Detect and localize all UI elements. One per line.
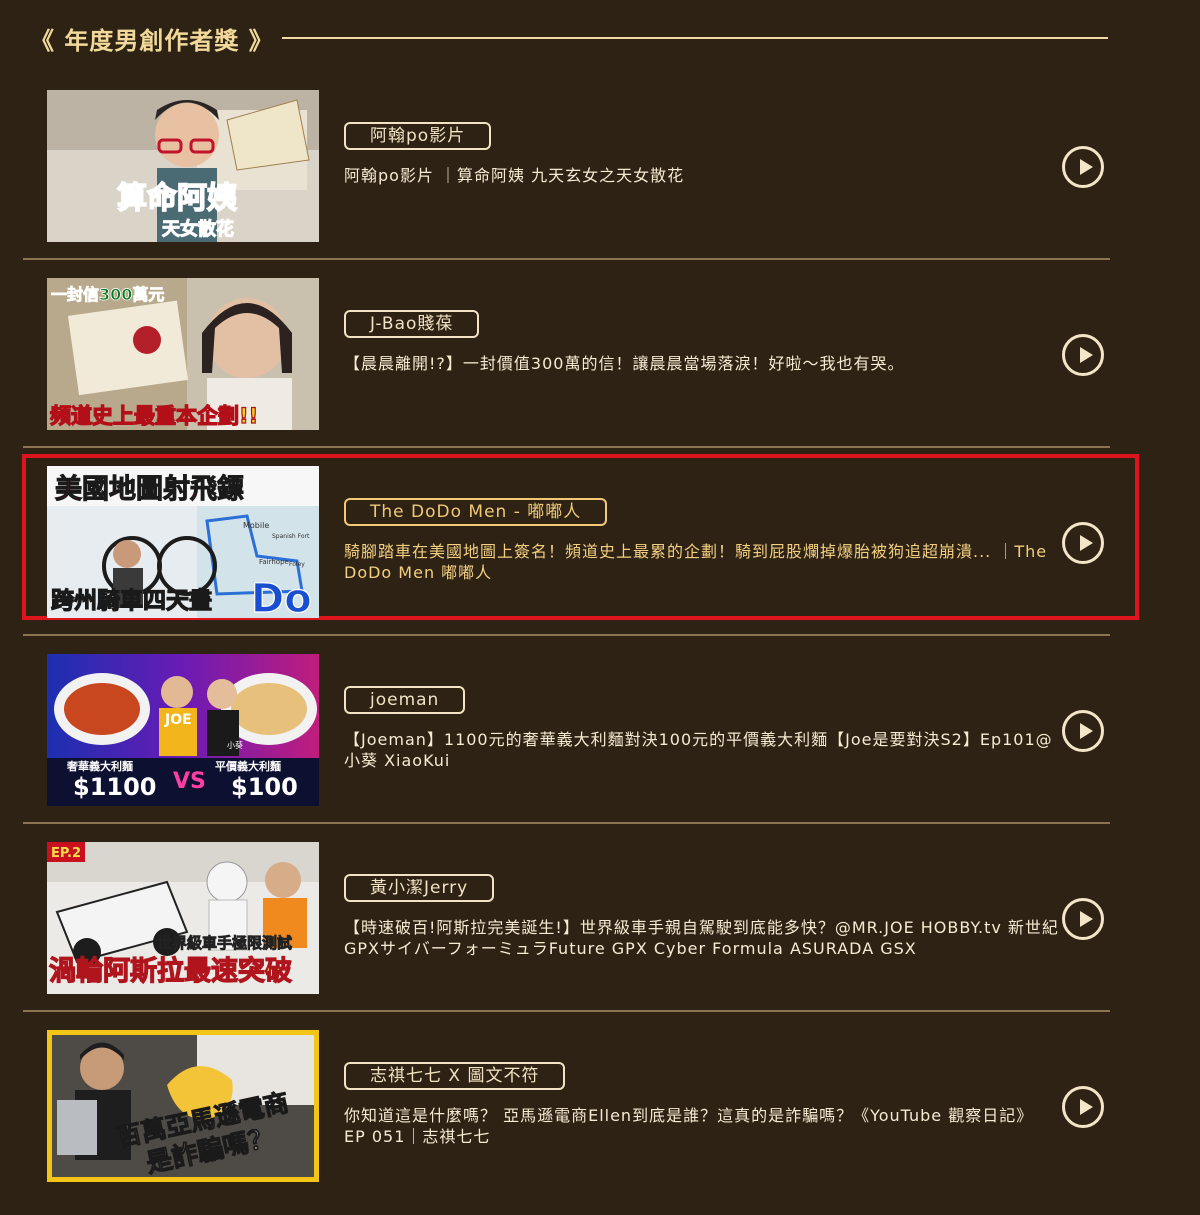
section-title: 《 年度男創作者獎 》 bbox=[30, 26, 274, 55]
play-button-icon[interactable] bbox=[1062, 522, 1104, 564]
map-label: Spanish Fort bbox=[272, 533, 310, 540]
thumb-caption: 小葵 bbox=[227, 740, 243, 750]
channel-tag[interactable]: J-Bao賤葆 bbox=[344, 310, 480, 338]
video-thumbnail[interactable]: 美國地圖射飛鏢 Mobile Spanish Fort Fairhope Fol… bbox=[47, 466, 319, 618]
thumbnail-image: EP.2 世界級車手極限測試 渦輪阿斯拉最速突破 bbox=[47, 842, 319, 994]
thumb-caption: JOE bbox=[164, 712, 192, 728]
channel-tag[interactable]: 志祺七七 X 圖文不符 bbox=[344, 1062, 566, 1090]
play-button-icon[interactable] bbox=[1062, 710, 1104, 752]
channel-tag[interactable]: The DoDo Men - 嘟嘟人 bbox=[344, 498, 608, 526]
channel-tag[interactable]: 阿翰po影片 bbox=[344, 122, 492, 150]
video-title[interactable]: 阿翰po影片 ｜算命阿姨 九天玄女之天女散花 bbox=[344, 165, 1059, 186]
thumb-caption: Do bbox=[251, 576, 312, 618]
video-thumbnail[interactable]: 一封信300萬元 頻道史上最重本企劃!! bbox=[47, 278, 319, 430]
play-button-icon[interactable] bbox=[1062, 334, 1104, 376]
video-item[interactable]: 百萬亞馬遜電商 是詐騙嗎？ 志祺七七 X 圖文不符 你知道這是什麼嗎？ 亞馬遜電… bbox=[23, 1012, 1110, 1200]
map-label: Fairhope bbox=[259, 558, 289, 566]
thumb-caption: $100 bbox=[231, 773, 298, 801]
thumb-caption: $1100 bbox=[73, 773, 157, 801]
thumbnail-image: JOE 小葵 奢華義大利麵 $1100 VS 平價義大利麵 $100 bbox=[47, 654, 319, 806]
map-label: Mobile bbox=[243, 521, 269, 530]
play-button-icon[interactable] bbox=[1062, 898, 1104, 940]
video-item-selected[interactable]: 美國地圖射飛鏢 Mobile Spanish Fort Fairhope Fol… bbox=[22, 448, 1139, 636]
video-title[interactable]: 【晨晨離開!?】一封價值300萬的信！讓晨晨當場落淚！好啦～我也有哭。 bbox=[344, 353, 1059, 374]
thumb-caption: 渦輪阿斯拉最速突破 bbox=[49, 955, 292, 987]
thumbnail-image: 百萬亞馬遜電商 是詐騙嗎？ bbox=[47, 1030, 319, 1182]
thumb-caption: 跨州騎車四天畫 bbox=[51, 588, 212, 614]
thumb-caption: 平價義大利麵 bbox=[215, 759, 281, 773]
channel-tag[interactable]: joeman bbox=[344, 686, 466, 714]
thumb-caption: VS bbox=[173, 769, 206, 794]
thumb-caption: 算命阿姨 bbox=[117, 181, 237, 216]
video-item[interactable]: 算命阿姨 天女散花 阿翰po影片 阿翰po影片 ｜算命阿姨 九天玄女之天女散花 bbox=[23, 72, 1110, 260]
thumbnail-image: 美國地圖射飛鏢 Mobile Spanish Fort Fairhope Fol… bbox=[47, 466, 319, 618]
map-label: Foley bbox=[289, 561, 305, 568]
video-title[interactable]: 【Joeman】1100元的奢華義大利麵對決100元的平價義大利麵【Joe是要對… bbox=[344, 729, 1059, 771]
thumb-caption: 奢華義大利麵 bbox=[66, 759, 133, 773]
thumb-caption: 美國地圖射飛鏢 bbox=[55, 473, 244, 505]
thumbnail-image: 算命阿姨 天女散花 bbox=[47, 90, 319, 242]
video-list: 算命阿姨 天女散花 阿翰po影片 阿翰po影片 ｜算命阿姨 九天玄女之天女散花 … bbox=[22, 72, 1139, 1200]
thumb-caption: EP.2 bbox=[51, 846, 81, 861]
section-header: 《 年度男創作者獎 》 bbox=[30, 18, 1110, 58]
video-thumbnail[interactable]: 算命阿姨 天女散花 bbox=[47, 90, 319, 242]
thumb-caption: 頻道史上最重本企劃!! bbox=[50, 404, 258, 428]
play-button-icon[interactable] bbox=[1062, 1086, 1104, 1128]
video-title[interactable]: 【時速破百!阿斯拉完美誕生!】世界級車手親自駕駛到底能多快？@MR.JOE HO… bbox=[344, 917, 1059, 959]
video-item[interactable]: JOE 小葵 奢華義大利麵 $1100 VS 平價義大利麵 $100 joema… bbox=[23, 636, 1110, 824]
channel-tag[interactable]: 黃小潔Jerry bbox=[344, 874, 495, 902]
thumb-caption: 天女散花 bbox=[162, 218, 234, 240]
thumbnail-image: 一封信300萬元 頻道史上最重本企劃!! bbox=[47, 278, 319, 430]
video-title[interactable]: 你知道這是什麼嗎？ 亞馬遜電商Ellen到底是誰？這真的是詐騙嗎？《YouTub… bbox=[344, 1105, 1059, 1147]
thumb-caption: 世界級車手極限測試 bbox=[157, 934, 292, 952]
video-thumbnail[interactable]: 百萬亞馬遜電商 是詐騙嗎？ bbox=[47, 1030, 319, 1182]
video-item[interactable]: EP.2 世界級車手極限測試 渦輪阿斯拉最速突破 黃小潔Jerry 【時速破百!… bbox=[23, 824, 1110, 1012]
play-button-icon[interactable] bbox=[1062, 146, 1104, 188]
header-divider bbox=[282, 37, 1108, 39]
video-title[interactable]: 騎腳踏車在美國地圖上簽名！頻道史上最累的企劃！騎到屁股爛掉爆胎被狗追超崩潰...… bbox=[344, 541, 1059, 583]
video-thumbnail[interactable]: JOE 小葵 奢華義大利麵 $1100 VS 平價義大利麵 $100 bbox=[47, 654, 319, 806]
video-thumbnail[interactable]: EP.2 世界級車手極限測試 渦輪阿斯拉最速突破 bbox=[47, 842, 319, 994]
thumb-caption: 一封信300萬元 bbox=[51, 285, 164, 304]
video-item[interactable]: 一封信300萬元 頻道史上最重本企劃!! J-Bao賤葆 【晨晨離開!?】一封價… bbox=[23, 260, 1110, 448]
